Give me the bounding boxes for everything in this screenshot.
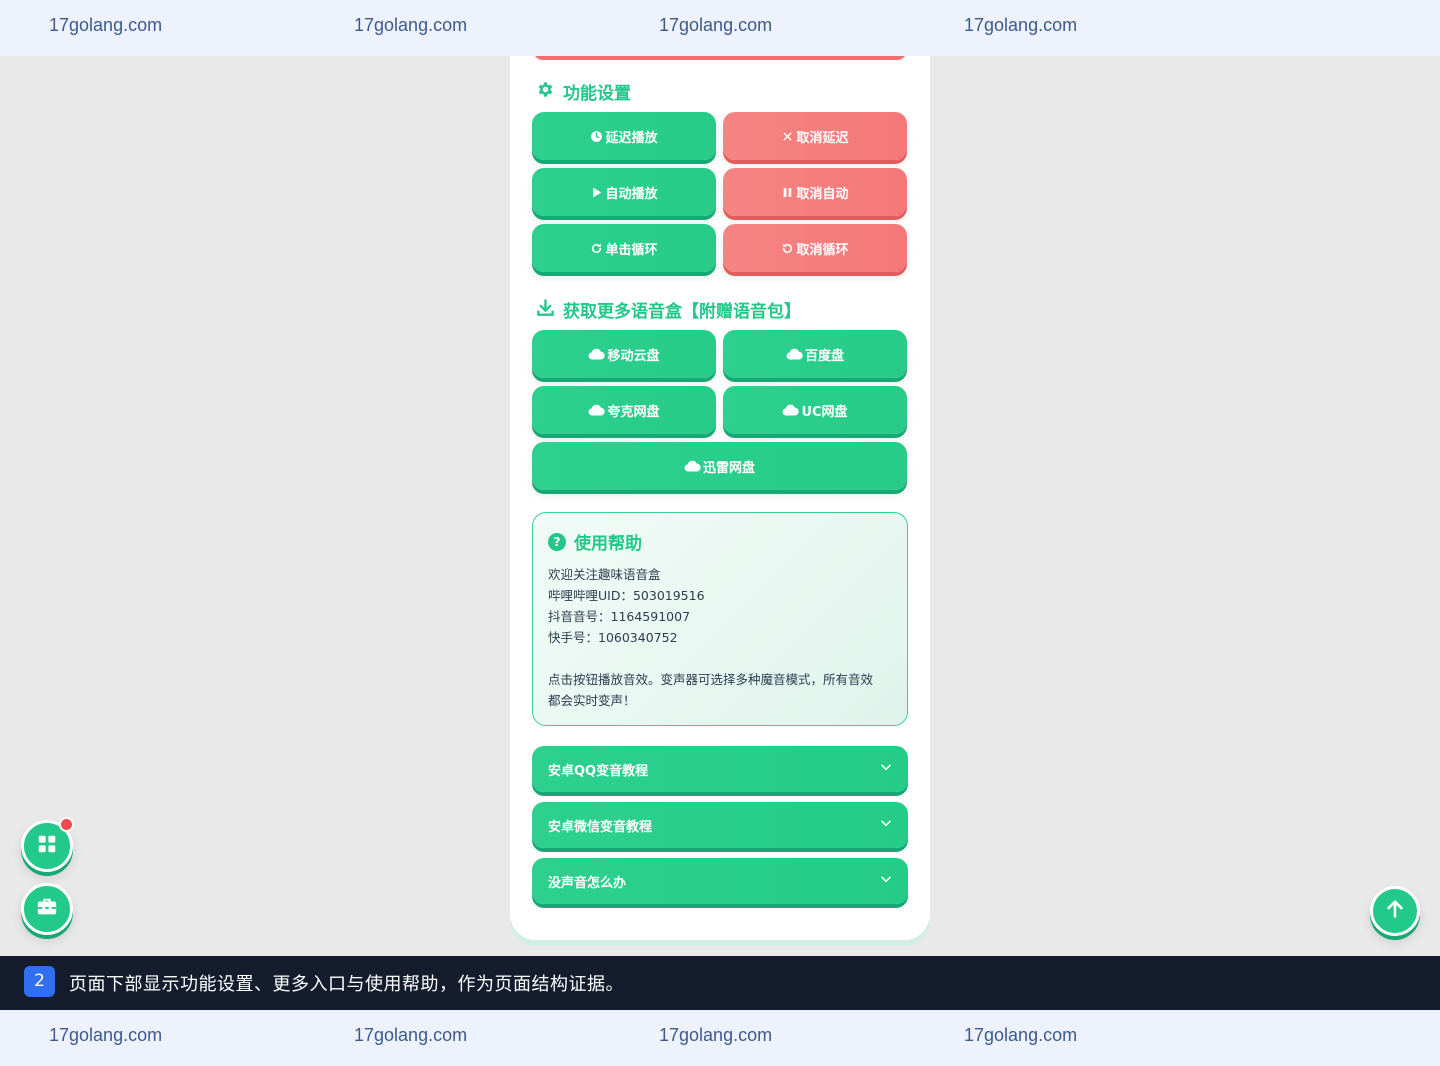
auto-play-button[interactable]: 自动播放 — [532, 168, 716, 216]
cancel-delay-label: 取消延迟 — [796, 130, 849, 146]
cloud-icon — [786, 346, 803, 363]
uc-pan-button[interactable]: UC网盘 — [723, 386, 907, 434]
caption-number-badge: 2 — [24, 965, 55, 997]
gear-icon — [536, 80, 555, 104]
click-loop-button[interactable]: 单击循环 — [532, 224, 716, 272]
help-box: ? 使用帮助 欢迎关注趣味语音盒 哔哩哔哩UID：503019516 抖音音号：… — [532, 512, 908, 726]
help-title-text: 使用帮助 — [574, 534, 642, 554]
arrow-up-icon — [1384, 898, 1406, 924]
baidu-pan-button[interactable]: 百度盘 — [723, 330, 907, 378]
close-icon — [781, 130, 794, 143]
quark-pan-label: 夸克网盘 — [607, 404, 660, 420]
accordion-label: 没声音怎么办 — [548, 875, 627, 891]
cloud-icon — [588, 346, 606, 363]
mobile-cloud-button[interactable]: 移动云盘 — [532, 330, 716, 378]
cloud-icon — [782, 402, 800, 419]
toolbox-icon — [36, 896, 58, 922]
accordion-label: 安卓微信变音教程 — [548, 819, 653, 835]
help-body: 欢迎关注趣味语音盒 哔哩哔哩UID：503019516 抖音音号：1164591… — [548, 564, 892, 711]
caption-bar: 2 页面下部显示功能设置、更多入口与使用帮助，作为页面结构证据。 — [0, 956, 1440, 1010]
auto-play-label: 自动播放 — [605, 186, 658, 202]
xunlei-pan-label: 迅雷网盘 — [702, 460, 755, 476]
play-icon — [590, 186, 603, 199]
watermark-text: 17golang.com — [659, 1025, 773, 1045]
help-title: ? 使用帮助 — [548, 529, 892, 554]
accordion-no-sound[interactable]: 没声音怎么办 — [532, 858, 908, 904]
help-line: 点击按钮播放音效。变声器可选择多种魔音模式，所有音效 — [548, 672, 874, 687]
help-line: 欢迎关注趣味语音盒 — [548, 567, 661, 582]
accordion-wechat-tutorial[interactable]: 安卓微信变音教程 — [532, 802, 908, 848]
watermark-bar-bottom: 17golang.com 17golang.com 17golang.com 1… — [0, 1010, 1440, 1066]
watermark-text: 17golang.com — [354, 1025, 468, 1045]
cloud-icon — [684, 458, 701, 475]
notification-dot — [59, 817, 74, 832]
help-line: 快手号：1060340752 — [548, 630, 678, 645]
help-line: 抖音音号：1164591007 — [548, 609, 691, 624]
caption-text: 页面下部显示功能设置、更多入口与使用帮助，作为页面结构证据。 — [69, 974, 624, 995]
question-icon: ? — [548, 532, 566, 551]
download-icon — [536, 298, 555, 322]
click-loop-label: 单击循环 — [605, 242, 658, 258]
cancel-delay-button[interactable]: 取消延迟 — [723, 112, 907, 160]
watermark-text: 17golang.com — [659, 15, 773, 35]
redo-icon — [590, 242, 603, 255]
pause-icon — [781, 186, 794, 199]
undo-icon — [781, 242, 794, 255]
help-line: 都会实时变声！ — [548, 693, 636, 708]
uc-pan-label: UC网盘 — [801, 404, 848, 420]
accordion-qq-tutorial[interactable]: 安卓QQ变音教程 — [532, 746, 908, 792]
more-section-title-text: 获取更多语音盒【附赠语音包】 — [563, 302, 801, 322]
cancel-auto-button[interactable]: 取消自动 — [723, 168, 907, 216]
cancel-auto-label: 取消自动 — [796, 186, 849, 202]
help-line: 哔哩哔哩UID：503019516 — [548, 588, 705, 603]
mobile-cloud-label: 移动云盘 — [607, 348, 660, 364]
watermark-text: 17golang.com — [354, 15, 468, 35]
cancel-loop-button[interactable]: 取消循环 — [723, 224, 907, 272]
watermark-text: 17golang.com — [49, 15, 163, 35]
feature-section-title: 功能设置 — [536, 79, 631, 104]
chevron-down-icon — [879, 872, 893, 890]
cloud-icon — [588, 402, 606, 419]
toolbox-button[interactable] — [21, 883, 73, 935]
clock-icon — [590, 130, 603, 143]
chevron-down-icon — [879, 816, 893, 834]
back-to-top-button[interactable] — [1370, 886, 1420, 936]
chevron-down-icon — [879, 760, 893, 778]
more-section-title: 获取更多语音盒【附赠语音包】 — [536, 297, 801, 322]
watermark-text: 17golang.com — [964, 1025, 1078, 1045]
feature-section-title-text: 功能设置 — [563, 84, 631, 104]
watermark-text: 17golang.com — [49, 1025, 163, 1045]
cancel-loop-label: 取消循环 — [796, 242, 849, 258]
watermark-text: 17golang.com — [964, 15, 1078, 35]
delay-play-button[interactable]: 延迟播放 — [532, 112, 716, 160]
delay-play-label: 延迟播放 — [605, 130, 658, 146]
watermark-bar-top: 17golang.com 17golang.com 17golang.com 1… — [0, 0, 1440, 56]
grid-icon — [36, 833, 58, 859]
xunlei-pan-button[interactable]: 迅雷网盘 — [532, 442, 907, 490]
quark-pan-button[interactable]: 夸克网盘 — [532, 386, 716, 434]
baidu-pan-label: 百度盘 — [804, 348, 844, 364]
accordion-label: 安卓QQ变音教程 — [548, 763, 649, 779]
